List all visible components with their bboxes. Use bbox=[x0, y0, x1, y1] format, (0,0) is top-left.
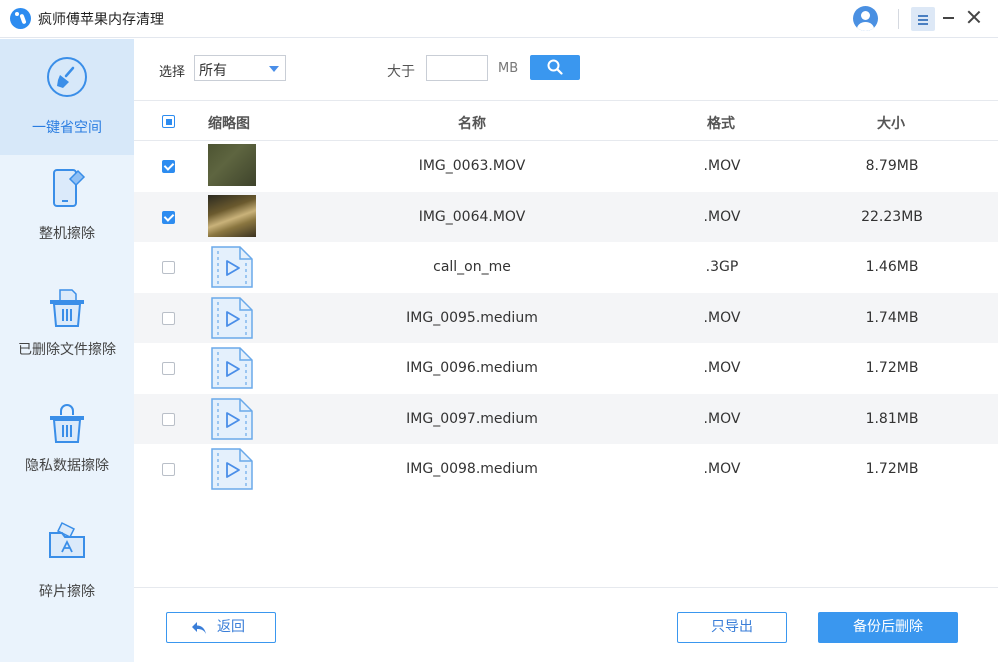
phone-erase-icon bbox=[53, 169, 86, 207]
table-row[interactable]: IMG_0097.medium .MOV 1.81MB bbox=[134, 393, 998, 444]
footer-bar: 返回 只导出 备份后删除 bbox=[134, 587, 998, 662]
video-file-icon bbox=[211, 246, 253, 288]
unit-label: MB bbox=[498, 61, 519, 76]
file-format: .MOV bbox=[703, 360, 741, 376]
file-format: .MOV bbox=[703, 309, 741, 326]
export-only-button[interactable]: 只导出 bbox=[677, 612, 787, 643]
header-format: 格式 bbox=[707, 116, 735, 132]
row-checkbox[interactable] bbox=[162, 210, 175, 224]
video-file-icon bbox=[211, 397, 253, 440]
search-icon bbox=[547, 59, 563, 75]
row-checkbox[interactable] bbox=[162, 412, 175, 426]
sidebar-item-label: 隐私数据擦除 bbox=[25, 458, 109, 474]
video-thumbnail bbox=[208, 144, 256, 186]
minimize-icon[interactable] bbox=[943, 17, 954, 19]
header-size: 大小 bbox=[877, 116, 905, 132]
file-name: IMG_0095.medium bbox=[406, 309, 538, 326]
file-name: call_on_me bbox=[433, 259, 511, 275]
video-file-icon bbox=[211, 296, 253, 339]
trash-file-icon bbox=[50, 289, 84, 327]
video-thumbnail bbox=[208, 194, 256, 237]
backup-and-delete-button[interactable]: 备份后删除 bbox=[818, 612, 958, 643]
filter-bar: 选择 所有 大于 MB bbox=[134, 39, 998, 101]
lock-trash-icon bbox=[50, 404, 84, 443]
type-select-value: 所有 bbox=[199, 63, 227, 79]
sidebar-item-label: 碎片擦除 bbox=[39, 584, 95, 600]
sidebar: 一键省空间 整机擦除 已删除文件擦除 隐私数据擦除 碎片擦除 bbox=[0, 39, 134, 662]
broom-icon bbox=[47, 57, 87, 97]
table-row[interactable]: IMG_0064.MOV .MOV 22.23MB bbox=[134, 191, 998, 242]
sidebar-item-device-erase[interactable]: 整机擦除 bbox=[0, 155, 134, 271]
row-checkbox[interactable] bbox=[162, 261, 175, 274]
row-checkbox[interactable] bbox=[162, 463, 175, 476]
type-select[interactable]: 所有 bbox=[194, 55, 286, 81]
sidebar-item-label: 已删除文件擦除 bbox=[18, 342, 116, 358]
file-name: IMG_0097.medium bbox=[406, 410, 538, 427]
video-file-icon bbox=[211, 448, 253, 490]
app-folder-icon bbox=[49, 521, 85, 558]
sidebar-item-label: 整机擦除 bbox=[39, 226, 95, 242]
file-size: 22.23MB bbox=[861, 208, 923, 225]
return-arrow-icon bbox=[192, 622, 206, 634]
back-button[interactable]: 返回 bbox=[166, 612, 276, 643]
table-header: 缩略图 名称 格式 大小 bbox=[134, 101, 998, 141]
sidebar-item-label: 一键省空间 bbox=[32, 120, 102, 136]
file-name: IMG_0096.medium bbox=[406, 360, 538, 376]
file-size: 1.72MB bbox=[865, 360, 919, 376]
close-icon[interactable] bbox=[967, 10, 981, 24]
row-checkbox[interactable] bbox=[162, 160, 175, 173]
video-file-icon bbox=[211, 347, 253, 389]
search-button[interactable] bbox=[530, 55, 580, 80]
menu-icon[interactable] bbox=[911, 7, 935, 31]
select-all-checkbox[interactable] bbox=[162, 115, 175, 128]
table-row[interactable]: IMG_0098.medium .MOV 1.72MB bbox=[134, 444, 998, 495]
file-size: 1.46MB bbox=[865, 259, 919, 275]
back-button-label: 返回 bbox=[217, 619, 245, 635]
size-input[interactable] bbox=[426, 55, 488, 81]
file-format: .MOV bbox=[703, 410, 741, 427]
table-row[interactable]: IMG_0096.medium .MOV 1.72MB bbox=[134, 343, 998, 394]
table-row[interactable]: call_on_me .3GP 1.46MB bbox=[134, 242, 998, 293]
file-format: .MOV bbox=[703, 208, 741, 225]
sidebar-item-deleted-files-erase[interactable]: 已删除文件擦除 bbox=[0, 271, 134, 387]
app-title: 疯师傅苹果内存清理 bbox=[38, 12, 164, 28]
file-size: 8.79MB bbox=[865, 158, 919, 174]
file-size: 1.72MB bbox=[865, 461, 919, 477]
header-name: 名称 bbox=[458, 116, 486, 132]
file-format: .3GP bbox=[705, 259, 739, 275]
row-checkbox[interactable] bbox=[162, 311, 175, 325]
file-table: 缩略图 名称 格式 大小 IMG_0063.MOV .MOV 8.79MB IM… bbox=[134, 101, 998, 495]
larger-than-label: 大于 bbox=[387, 64, 415, 80]
titlebar-divider bbox=[898, 9, 899, 29]
row-checkbox[interactable] bbox=[162, 362, 175, 375]
sidebar-item-one-click-clean[interactable]: 一键省空间 bbox=[0, 39, 134, 155]
file-format: .MOV bbox=[703, 158, 741, 174]
title-bar: 疯师傅苹果内存清理 bbox=[0, 0, 998, 38]
sidebar-item-privacy-erase[interactable]: 隐私数据擦除 bbox=[0, 387, 134, 503]
header-thumbnail: 缩略图 bbox=[208, 116, 250, 132]
file-name: IMG_0064.MOV bbox=[418, 208, 526, 225]
file-format: .MOV bbox=[703, 461, 741, 477]
file-size: 1.74MB bbox=[865, 309, 919, 326]
select-label: 选择 bbox=[159, 65, 186, 80]
user-account-icon[interactable] bbox=[853, 6, 878, 31]
file-name: IMG_0098.medium bbox=[406, 461, 538, 477]
file-name: IMG_0063.MOV bbox=[418, 158, 526, 174]
sidebar-item-fragment-erase[interactable]: 碎片擦除 bbox=[0, 503, 134, 619]
file-size: 1.81MB bbox=[865, 410, 919, 427]
table-row[interactable]: IMG_0063.MOV .MOV 8.79MB bbox=[134, 141, 998, 192]
chevron-down-icon bbox=[269, 66, 279, 72]
table-row[interactable]: IMG_0095.medium .MOV 1.74MB bbox=[134, 292, 998, 343]
app-logo-icon bbox=[10, 8, 31, 29]
